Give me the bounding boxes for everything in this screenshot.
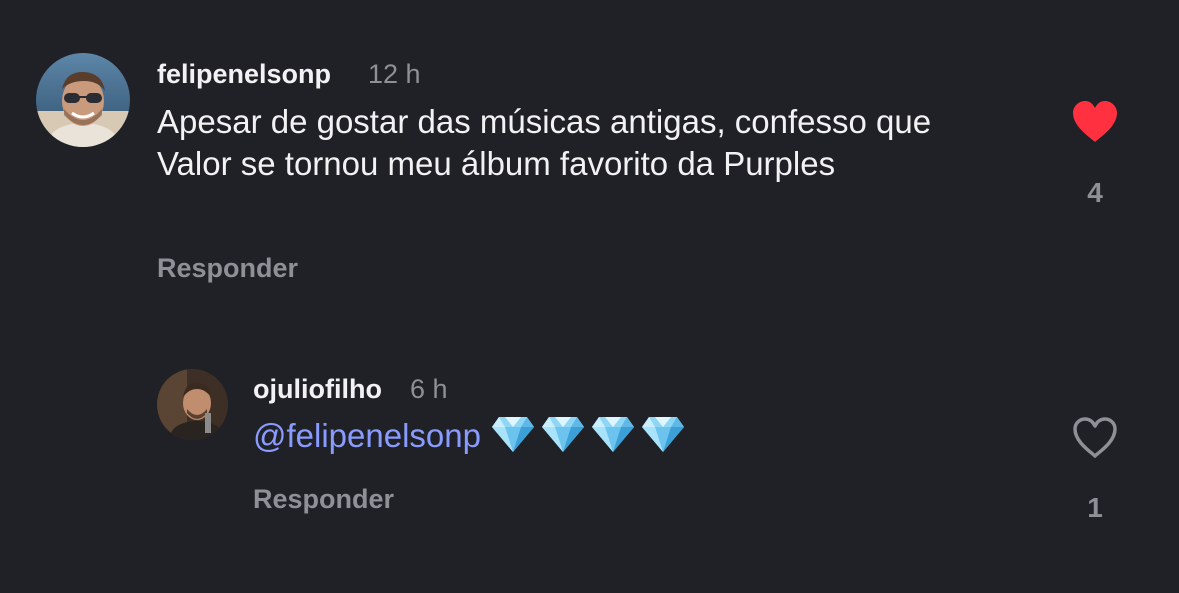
heart-filled-icon[interactable] [1071,100,1119,144]
comments-thread: felipenelsonp 12 h Apesar de gostar das … [0,0,1179,593]
mention-link[interactable]: @felipenelsonp [253,417,481,454]
heart-outline-icon[interactable] [1071,416,1119,460]
comment-username[interactable]: felipenelsonp [157,59,331,90]
reply-text: @felipenelsonp [253,415,953,463]
like-count: 4 [1087,177,1103,208]
comment-timestamp: 12 h [368,59,421,89]
gem-icon [541,415,585,463]
comment-text: Apesar de gostar das músicas antigas, co… [157,103,932,182]
gem-icon [641,415,685,463]
like-count: 1 [1087,492,1103,523]
gem-icon [491,415,535,463]
avatar-ojuliofilho[interactable] [157,369,228,440]
reply-button[interactable]: Responder [253,484,394,515]
reply-timestamp: 6 h [410,374,448,404]
gem-emojis [491,415,691,463]
gem-icon [591,415,635,463]
reply-button[interactable]: Responder [157,253,298,284]
avatar-felipenelsonp[interactable] [36,53,130,147]
reply-username[interactable]: ojuliofilho [253,374,382,405]
